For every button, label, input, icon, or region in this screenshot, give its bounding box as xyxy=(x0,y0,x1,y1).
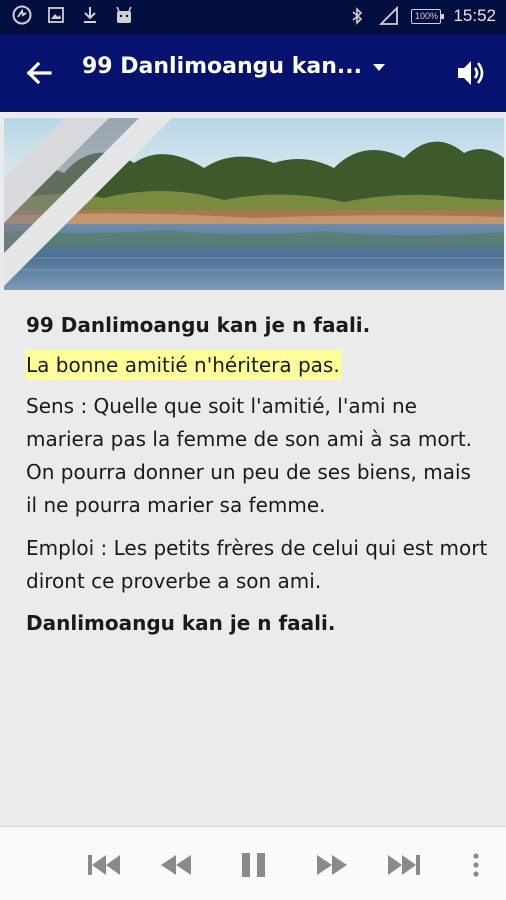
download-icon xyxy=(84,7,96,23)
android-icon xyxy=(116,6,132,23)
proverb-translation: La bonne amitié n'héritera pas. xyxy=(26,350,342,380)
pause-icon[interactable] xyxy=(234,849,274,881)
content-area: 99 Danlimoangu kan je n faali. La bonne … xyxy=(0,112,506,824)
rewind-icon[interactable] xyxy=(156,849,196,881)
battery-indicator: 100% xyxy=(411,8,445,24)
skip-next-icon[interactable] xyxy=(384,849,424,881)
page-title: 99 Danlimoangu kan... xyxy=(82,54,362,79)
landscape-image xyxy=(4,118,504,290)
proverb-heading: 99 Danlimoangu kan je n faali. xyxy=(26,313,371,337)
audio-player-bar xyxy=(0,826,506,900)
article: 99 Danlimoangu kan je n faali. La bonne … xyxy=(26,310,488,638)
skip-previous-icon[interactable] xyxy=(84,849,124,881)
app-notification-icon xyxy=(12,5,32,25)
title-dropdown[interactable]: 99 Danlimoangu kan... xyxy=(82,54,386,79)
emploi-paragraph: Emploi : Les petits frères de celui qui … xyxy=(26,536,488,593)
sens-paragraph: Sens : Quelle que soit l'amitié, l'ami n… xyxy=(26,394,473,517)
volume-icon[interactable] xyxy=(454,56,488,90)
image-icon xyxy=(48,7,64,23)
status-bar: 100% 15:52 xyxy=(0,0,506,34)
proverb-closing: Danlimoangu kan je n faali. xyxy=(26,611,336,635)
bluetooth-icon xyxy=(352,7,363,25)
back-arrow-icon[interactable] xyxy=(22,56,56,90)
app-bar: 99 Danlimoangu kan... xyxy=(0,34,506,112)
signal-icon xyxy=(379,6,399,25)
more-vert-icon[interactable] xyxy=(464,849,488,881)
clock: 15:52 xyxy=(453,6,496,25)
dropdown-arrow-icon xyxy=(372,63,385,71)
fast-forward-icon[interactable] xyxy=(312,849,352,881)
